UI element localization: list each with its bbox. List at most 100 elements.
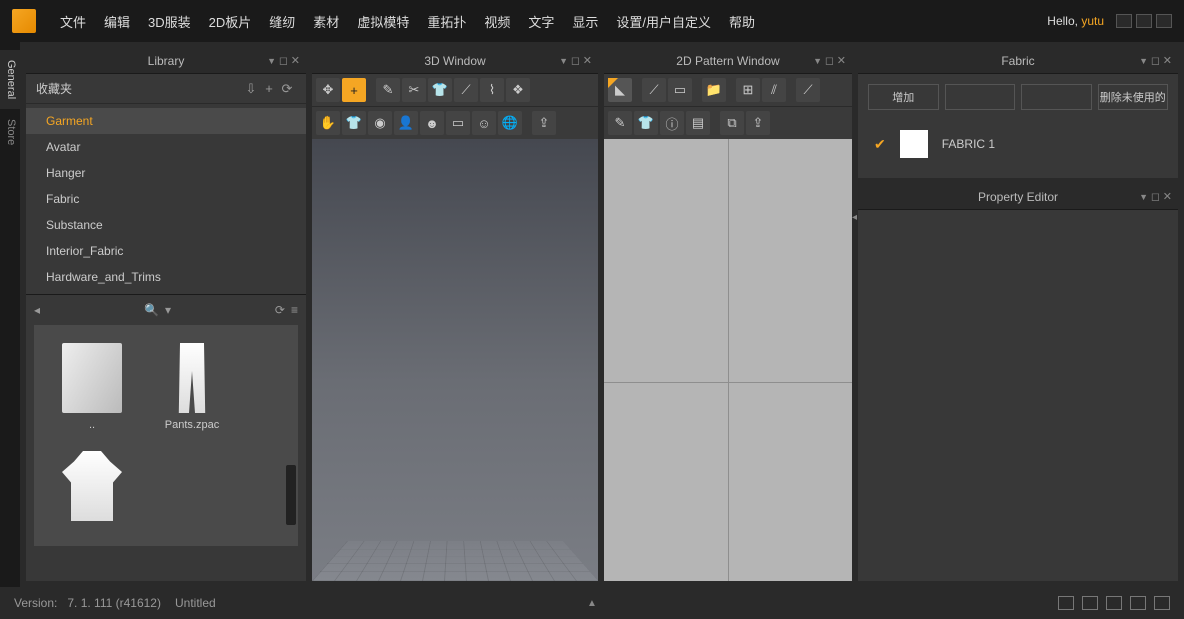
- open-tool-icon[interactable]: 📁: [702, 78, 726, 102]
- thumb-up[interactable]: ..: [52, 343, 132, 431]
- menu-text[interactable]: 文字: [528, 12, 554, 31]
- menu-sewing[interactable]: 缝纫: [269, 12, 295, 31]
- menu-3d-garment[interactable]: 3D服装: [148, 12, 191, 31]
- library-dropdown-icon[interactable]: ▼: [267, 56, 276, 66]
- thumb-pants[interactable]: Pants.zpac: [152, 343, 232, 431]
- fabric-close-icon[interactable]: ✕: [1163, 54, 1172, 67]
- fabric-item-1[interactable]: ✔ FABRIC 1: [874, 130, 1162, 158]
- layout-4-icon[interactable]: [1130, 596, 1146, 610]
- menu-edit[interactable]: 编辑: [104, 12, 130, 31]
- fabric-popout-icon[interactable]: ◻: [1151, 54, 1160, 67]
- scrollbar[interactable]: [286, 465, 296, 525]
- lib-item-avatar[interactable]: Avatar: [26, 134, 306, 160]
- library-popout-icon[interactable]: ◻: [279, 54, 288, 67]
- center-arrow-icon[interactable]: ▲: [587, 598, 597, 609]
- pin-tool-icon[interactable]: ⌇: [480, 78, 504, 102]
- minimize-button[interactable]: [1116, 14, 1132, 28]
- lib-item-hardware-trims[interactable]: Hardware_and_Trims: [26, 264, 306, 290]
- face-icon[interactable]: ☻: [420, 111, 444, 135]
- close-button[interactable]: [1156, 14, 1172, 28]
- shirt2d-icon[interactable]: 👕: [634, 111, 658, 135]
- fabric-add-button[interactable]: 增加: [868, 84, 939, 110]
- rect-tool-icon[interactable]: ▭: [668, 78, 692, 102]
- 3d-dropdown-icon[interactable]: ▼: [559, 56, 568, 66]
- list-icon[interactable]: ≡: [291, 303, 298, 317]
- lib-item-hanger[interactable]: Hanger: [26, 160, 306, 186]
- fabric-actions: 增加 删除未使用的: [858, 74, 1178, 120]
- select-tool-icon[interactable]: ✥: [316, 78, 340, 102]
- add-icon[interactable]: +: [260, 81, 278, 96]
- shirt-icon[interactable]: 👕: [342, 111, 366, 135]
- copy-icon[interactable]: ⧉: [720, 111, 744, 135]
- tape-tool-icon[interactable]: ⟋: [454, 78, 478, 102]
- 3d-close-icon[interactable]: ✕: [583, 54, 592, 67]
- layout-5-icon[interactable]: [1154, 596, 1170, 610]
- maximize-button[interactable]: [1136, 14, 1152, 28]
- menu-settings[interactable]: 设置/用户自定义: [616, 12, 711, 31]
- thumb-tshirt[interactable]: [52, 451, 132, 527]
- 2d-toolbar-1: ◣ ⟋ ▭ 📁 ⊞ ⫽ ⟋: [604, 74, 852, 107]
- 3d-viewport[interactable]: [312, 139, 598, 581]
- library-close-icon[interactable]: ✕: [291, 54, 300, 67]
- menu-2d-pattern[interactable]: 2D板片: [209, 12, 252, 31]
- lib-item-garment[interactable]: Garment: [26, 108, 306, 134]
- layer-tool-icon[interactable]: ❖: [506, 78, 530, 102]
- fabric-delete-unused-button[interactable]: 删除未使用的: [1098, 84, 1169, 110]
- upload-icon[interactable]: ⇪: [746, 111, 770, 135]
- thumbnail-grid: .. Pants.zpac: [34, 325, 298, 546]
- 3d-window-title: 3D Window: [424, 54, 485, 68]
- menu-video[interactable]: 视频: [484, 12, 510, 31]
- lib-item-fabric[interactable]: Fabric: [26, 186, 306, 212]
- globe-icon[interactable]: 🌐: [498, 111, 522, 135]
- 2d-close-icon[interactable]: ✕: [837, 54, 846, 67]
- sphere-icon[interactable]: ◉: [368, 111, 392, 135]
- table-icon[interactable]: ▤: [686, 111, 710, 135]
- hand-icon[interactable]: ✋: [316, 111, 340, 135]
- head-icon[interactable]: ☺: [472, 111, 496, 135]
- 2d-dropdown-icon[interactable]: ▼: [813, 56, 822, 66]
- avatar-icon[interactable]: 👤: [394, 111, 418, 135]
- refresh-icon[interactable]: ⟳: [278, 81, 296, 97]
- 2d-popout-icon[interactable]: ◻: [825, 54, 834, 67]
- 2d-viewport[interactable]: [604, 139, 852, 581]
- search-icon[interactable]: 🔍: [144, 303, 159, 317]
- menu-help[interactable]: 帮助: [729, 12, 755, 31]
- reload-icon[interactable]: ⟳: [275, 303, 285, 317]
- brush-tool-icon[interactable]: ✂: [402, 78, 426, 102]
- layout-3-icon[interactable]: [1106, 596, 1122, 610]
- draw-tool-icon[interactable]: ⟋: [642, 78, 666, 102]
- garment-tool-icon[interactable]: 👕: [428, 78, 452, 102]
- add-tool-icon[interactable]: +: [342, 78, 366, 102]
- download-icon[interactable]: ⇩: [242, 81, 260, 97]
- prop-dropdown-icon[interactable]: ▼: [1139, 192, 1148, 202]
- expand-arrow-icon[interactable]: ◂: [852, 212, 857, 223]
- prop-close-icon[interactable]: ✕: [1163, 190, 1172, 203]
- measure-tool-icon[interactable]: ⟋: [796, 78, 820, 102]
- edit-icon[interactable]: ✎: [608, 111, 632, 135]
- menu-avatar[interactable]: 虚拟模特: [357, 12, 409, 31]
- sew-tool-icon[interactable]: ⫽: [762, 78, 786, 102]
- fabric-dropdown-icon[interactable]: ▼: [1139, 56, 1148, 66]
- layout-2-icon[interactable]: [1082, 596, 1098, 610]
- side-tab-store[interactable]: Store: [0, 109, 20, 155]
- export-icon[interactable]: ⇪: [532, 111, 556, 135]
- grid-tool-icon[interactable]: ⊞: [736, 78, 760, 102]
- fabric-btn3[interactable]: [1021, 84, 1092, 110]
- menu-materials[interactable]: 素材: [313, 12, 339, 31]
- layout-1-icon[interactable]: [1058, 596, 1074, 610]
- select2d-tool-icon[interactable]: ◣: [608, 78, 632, 102]
- lib-item-interior-fabric[interactable]: Interior_Fabric: [26, 238, 306, 264]
- info-icon[interactable]: ⓘ: [660, 111, 684, 135]
- pen-tool-icon[interactable]: ✎: [376, 78, 400, 102]
- lib-item-substance[interactable]: Substance: [26, 212, 306, 238]
- fabric-btn2[interactable]: [945, 84, 1016, 110]
- menu-retopo[interactable]: 重拓扑: [427, 12, 466, 31]
- menu-display[interactable]: 显示: [572, 12, 598, 31]
- filter-icon[interactable]: ▾: [165, 303, 171, 317]
- prop-popout-icon[interactable]: ◻: [1151, 190, 1160, 203]
- menu-file[interactable]: 文件: [60, 12, 86, 31]
- back-icon[interactable]: ◂: [34, 303, 40, 317]
- side-tab-general[interactable]: General: [0, 50, 20, 109]
- folder-icon-3d[interactable]: ▭: [446, 111, 470, 135]
- 3d-popout-icon[interactable]: ◻: [571, 54, 580, 67]
